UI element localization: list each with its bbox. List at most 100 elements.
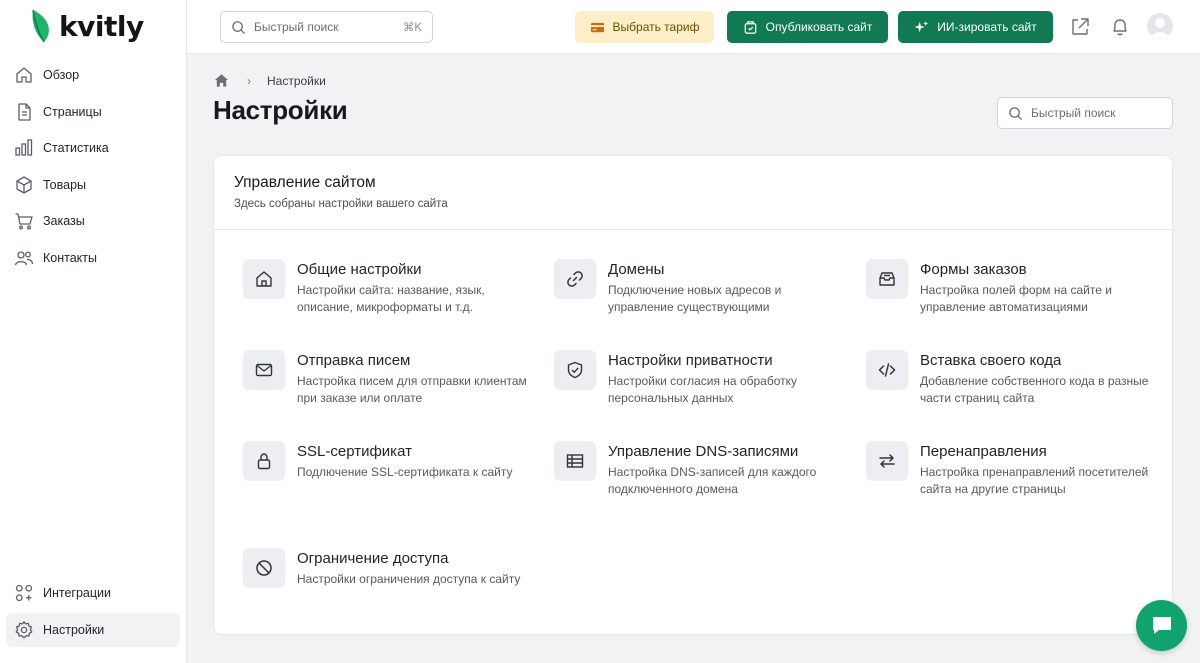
logo[interactable]: kvitly: [30, 9, 144, 43]
home-icon: [256, 271, 272, 287]
setting-title: Настройки приватности: [608, 352, 773, 369]
setting-icon-box: [554, 259, 596, 299]
chat-bubble-icon: [1152, 616, 1171, 634]
sidebar-nav: Обзор Страницы Статистика Товары Заказы …: [6, 58, 180, 278]
sidebar-item-orders[interactable]: Заказы: [6, 204, 180, 238]
publish-site-label: Опубликовать сайт: [765, 20, 873, 34]
settings-search-input[interactable]: Быстрый поиск: [997, 97, 1173, 129]
sidebar-item-label: Товары: [43, 177, 86, 192]
sidebar-item-integrations[interactable]: Интеграции: [6, 576, 180, 610]
lock-icon: [257, 453, 271, 470]
link-icon: [567, 271, 583, 287]
bell-icon[interactable]: [1109, 16, 1131, 38]
sidebar-item-pages[interactable]: Страницы: [6, 95, 180, 129]
search-icon: [232, 20, 246, 34]
setting-title: Отправка писем: [297, 352, 411, 369]
setting-description: Настройки ограничения доступа к сайту: [297, 572, 521, 586]
box-icon: [16, 176, 32, 194]
publish-site-button[interactable]: Опубликовать сайт: [727, 11, 888, 43]
credit-card-icon: [590, 22, 604, 32]
home-icon: [16, 67, 32, 83]
card-subtitle: Здесь собраны настройки вашего сайта: [234, 198, 448, 210]
setting-title: Перенаправления: [920, 443, 1047, 460]
sidebar-item-label: Заказы: [43, 214, 85, 229]
setting-title: Общие настройки: [297, 261, 422, 278]
breadcrumb-current: Настройки: [267, 73, 326, 88]
setting-title: Вставка своего кода: [920, 352, 1062, 369]
search-input[interactable]: Быстрый поиск ⌘K: [220, 11, 433, 43]
setting-description: Подлючение SSL-сертификата к сайту: [297, 465, 513, 479]
setting-dns[interactable]: Управление DNS-записями Настройка DNS-за…: [554, 441, 848, 498]
setting-icon-box: [866, 259, 908, 299]
setting-ssl[interactable]: SSL-сертификат Подлючение SSL-сертификат…: [243, 441, 537, 481]
setting-title: Ограничение доступа: [297, 550, 449, 567]
breadcrumb: › Настройки: [214, 73, 326, 88]
sidebar-bottom-nav: Интеграции Настройки: [6, 576, 180, 649]
setting-icon-box: [243, 548, 285, 588]
page-title: Настройки: [213, 95, 348, 125]
ai-site-label: ИИ-зировать сайт: [937, 20, 1037, 34]
users-icon: [14, 251, 34, 266]
search-placeholder: Быстрый поиск: [254, 20, 339, 34]
sidebar-item-label: Настройки: [43, 622, 105, 637]
ai-site-button[interactable]: ИИ-зировать сайт: [898, 11, 1053, 43]
setting-general[interactable]: Общие настройки Настройки сайта: названи…: [243, 259, 537, 316]
setting-description: Настройка пренаправлений посетителей сай…: [920, 465, 1149, 496]
setting-domains[interactable]: Домены Подключение новых адресов и управ…: [554, 259, 848, 316]
setting-description: Настройка DNS-записей для каждого подклю…: [608, 465, 817, 496]
sidebar-item-contacts[interactable]: Контакты: [6, 241, 180, 275]
setting-description: Настройка полей форм на сайте и управлен…: [920, 283, 1112, 314]
setting-description: Настройка писем для отправки клиентам пр…: [297, 374, 527, 405]
brand-name: kvitly: [59, 9, 144, 43]
sidebar-item-label: Интеграции: [43, 586, 112, 600]
setting-email[interactable]: Отправка писем Настройка писем для отпра…: [243, 350, 537, 407]
sidebar-item-label: Обзор: [43, 68, 80, 82]
setting-title: Домены: [608, 261, 665, 278]
search-icon: [1009, 106, 1023, 120]
page-icon: [18, 102, 31, 121]
setting-order-forms[interactable]: Формы заказов Настройка полей форм на са…: [866, 259, 1160, 316]
code-icon: [878, 363, 896, 377]
sidebar-item-products[interactable]: Товары: [6, 168, 180, 202]
setting-description: Подключение новых адресов и управление с…: [608, 283, 782, 314]
sidebar: kvitly Обзор Страницы Статистика Товары …: [0, 0, 187, 663]
mail-icon: [255, 363, 273, 377]
setting-icon-box: [554, 441, 596, 481]
sparkles-icon: [914, 20, 929, 32]
card-title: Управление сайтом: [234, 174, 376, 191]
block-icon: [256, 560, 272, 576]
sidebar-item-settings[interactable]: Настройки: [6, 612, 180, 647]
avatar[interactable]: [1147, 13, 1173, 39]
setting-icon-box: [243, 441, 285, 481]
table-icon: [566, 454, 584, 468]
search-placeholder: Быстрый поиск: [1031, 106, 1116, 120]
sidebar-item-label: Статистика: [43, 141, 109, 156]
site-management-card: Управление сайтом Здесь собраны настройк…: [213, 155, 1173, 635]
sidebar-item-statistics[interactable]: Статистика: [6, 131, 180, 165]
external-link-icon[interactable]: [1069, 16, 1091, 38]
setting-custom-code[interactable]: Вставка своего кода Добавление собственн…: [866, 350, 1160, 407]
sidebar-item-label: Контакты: [43, 250, 97, 265]
top-bar: Быстрый поиск ⌘K Выбрать тариф Опубликов…: [187, 0, 1200, 54]
choose-plan-label: Выбрать тариф: [612, 20, 700, 34]
setting-title: SSL-сертификат: [297, 443, 412, 460]
setting-icon-box: [243, 350, 285, 390]
chevron-right-icon: ›: [247, 73, 251, 88]
arrows-swap-icon: [879, 454, 895, 468]
setting-icon-box: [554, 350, 596, 390]
setting-icon-box: [866, 350, 908, 390]
chat-support-button[interactable]: [1136, 600, 1187, 651]
choose-plan-button[interactable]: Выбрать тариф: [575, 11, 714, 43]
setting-title: Управление DNS-записями: [608, 443, 799, 460]
setting-icon-box: [243, 259, 285, 299]
setting-redirects[interactable]: Перенаправления Настройка пренаправлений…: [866, 441, 1160, 498]
sidebar-item-overview[interactable]: Обзор: [6, 58, 180, 92]
card-header: Управление сайтом Здесь собраны настройк…: [214, 156, 1172, 230]
home-icon[interactable]: [214, 73, 229, 88]
gear-icon: [15, 620, 33, 638]
publish-icon: [744, 20, 756, 34]
setting-privacy[interactable]: Настройки приватности Настройки согласия…: [554, 350, 848, 407]
setting-description: Настройки согласия на обработку персонал…: [608, 374, 797, 405]
setting-access-restriction[interactable]: Ограничение доступа Настройки ограничени…: [243, 548, 537, 588]
setting-description: Настройки сайта: название, язык, описани…: [297, 283, 485, 314]
